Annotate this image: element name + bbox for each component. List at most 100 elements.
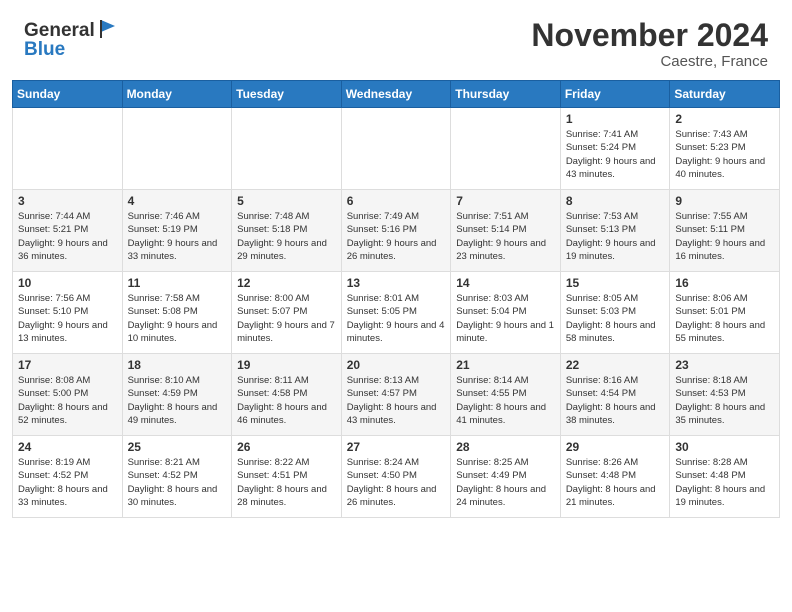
day-cell: 9 Sunrise: 7:55 AM Sunset: 5:11 PM Daylig… [670,190,780,272]
day-cell: 4 Sunrise: 7:46 AM Sunset: 5:19 PM Daylig… [122,190,232,272]
day-number: 21 [456,358,555,372]
day-info: Sunrise: 7:58 AM Sunset: 5:08 PM Dayligh… [128,292,227,345]
day-cell: 18 Sunrise: 8:10 AM Sunset: 4:59 PM Dayli… [122,354,232,436]
week-row-4: 17 Sunrise: 8:08 AM Sunset: 5:00 PM Dayli… [13,354,780,436]
day-info: Sunrise: 8:08 AM Sunset: 5:00 PM Dayligh… [18,374,117,427]
day-cell: 1Sunrise: 7:41 AM Sunset: 5:24 PM Daylig… [560,108,670,190]
day-info: Sunrise: 7:53 AM Sunset: 5:13 PM Dayligh… [566,210,665,263]
day-cell: 14 Sunrise: 8:03 AM Sunset: 5:04 PM Dayli… [451,272,561,354]
day-number: 14 [456,276,555,290]
day-info: Sunrise: 8:22 AM Sunset: 4:51 PM Dayligh… [237,456,336,509]
col-header-wednesday: Wednesday [341,81,451,108]
day-info: Sunrise: 8:28 AM Sunset: 4:48 PM Dayligh… [675,456,774,509]
day-number: 9 [675,194,774,208]
header: General Blue November 2024 Caestre, Fran… [0,0,792,80]
day-number: 15 [566,276,665,290]
logo-general: General [24,21,95,40]
day-cell: 15Sunrise: 8:05 AM Sunset: 5:03 PM Dayli… [560,272,670,354]
week-row-3: 10 Sunrise: 7:56 AM Sunset: 5:10 PM Dayli… [13,272,780,354]
day-cell [232,108,342,190]
col-header-saturday: Saturday [670,81,780,108]
day-info: Sunrise: 8:06 AM Sunset: 5:01 PM Dayligh… [675,292,774,345]
calendar: SundayMondayTuesdayWednesdayThursdayFrid… [0,80,792,530]
col-header-tuesday: Tuesday [232,81,342,108]
day-info: Sunrise: 8:13 AM Sunset: 4:57 PM Dayligh… [347,374,446,427]
day-info: Sunrise: 7:51 AM Sunset: 5:14 PM Dayligh… [456,210,555,263]
col-header-friday: Friday [560,81,670,108]
day-info: Sunrise: 8:01 AM Sunset: 5:05 PM Dayligh… [347,292,446,345]
day-cell: 25 Sunrise: 8:21 AM Sunset: 4:52 PM Dayli… [122,436,232,518]
day-cell [13,108,123,190]
logo: General Blue [24,18,119,60]
day-cell [451,108,561,190]
day-cell: 30 Sunrise: 8:28 AM Sunset: 4:48 PM Dayli… [670,436,780,518]
logo-blue: Blue [24,39,65,60]
day-cell: 16 Sunrise: 8:06 AM Sunset: 5:01 PM Dayli… [670,272,780,354]
day-number: 28 [456,440,555,454]
day-number: 8 [566,194,665,208]
day-number: 11 [128,276,227,290]
day-number: 7 [456,194,555,208]
day-cell: 13 Sunrise: 8:01 AM Sunset: 5:05 PM Dayli… [341,272,451,354]
day-info: Sunrise: 8:18 AM Sunset: 4:53 PM Dayligh… [675,374,774,427]
day-cell: 11 Sunrise: 7:58 AM Sunset: 5:08 PM Dayli… [122,272,232,354]
day-info: Sunrise: 8:10 AM Sunset: 4:59 PM Dayligh… [128,374,227,427]
day-number: 27 [347,440,446,454]
day-number: 30 [675,440,774,454]
day-info: Sunrise: 7:46 AM Sunset: 5:19 PM Dayligh… [128,210,227,263]
calendar-header-row: SundayMondayTuesdayWednesdayThursdayFrid… [13,81,780,108]
day-number: 3 [18,194,117,208]
day-number: 19 [237,358,336,372]
day-number: 25 [128,440,227,454]
day-cell: 7 Sunrise: 7:51 AM Sunset: 5:14 PM Daylig… [451,190,561,272]
day-number: 10 [18,276,117,290]
day-info: Sunrise: 8:14 AM Sunset: 4:55 PM Dayligh… [456,374,555,427]
day-cell: 29 Sunrise: 8:26 AM Sunset: 4:48 PM Dayli… [560,436,670,518]
day-cell [122,108,232,190]
week-row-2: 3 Sunrise: 7:44 AM Sunset: 5:21 PM Daylig… [13,190,780,272]
day-cell: 22Sunrise: 8:16 AM Sunset: 4:54 PM Dayli… [560,354,670,436]
day-cell: 5 Sunrise: 7:48 AM Sunset: 5:18 PM Daylig… [232,190,342,272]
day-number: 18 [128,358,227,372]
day-number: 29 [566,440,665,454]
col-header-sunday: Sunday [13,81,123,108]
day-info: Sunrise: 8:00 AM Sunset: 5:07 PM Dayligh… [237,292,336,345]
day-number: 17 [18,358,117,372]
day-cell: 12 Sunrise: 8:00 AM Sunset: 5:07 PM Dayli… [232,272,342,354]
day-cell [341,108,451,190]
day-info: Sunrise: 7:48 AM Sunset: 5:18 PM Dayligh… [237,210,336,263]
day-info: Sunrise: 7:56 AM Sunset: 5:10 PM Dayligh… [18,292,117,345]
day-info: Sunrise: 8:11 AM Sunset: 4:58 PM Dayligh… [237,374,336,427]
day-info: Sunrise: 7:44 AM Sunset: 5:21 PM Dayligh… [18,210,117,263]
day-number: 12 [237,276,336,290]
week-row-1: 1Sunrise: 7:41 AM Sunset: 5:24 PM Daylig… [13,108,780,190]
month-title: November 2024 [531,18,768,53]
day-number: 2 [675,112,774,126]
day-number: 24 [18,440,117,454]
calendar-table: SundayMondayTuesdayWednesdayThursdayFrid… [12,80,780,518]
day-number: 23 [675,358,774,372]
day-info: Sunrise: 8:26 AM Sunset: 4:48 PM Dayligh… [566,456,665,509]
day-cell: 3 Sunrise: 7:44 AM Sunset: 5:21 PM Daylig… [13,190,123,272]
day-number: 5 [237,194,336,208]
day-info: Sunrise: 7:55 AM Sunset: 5:11 PM Dayligh… [675,210,774,263]
day-info: Sunrise: 7:41 AM Sunset: 5:24 PM Dayligh… [566,128,665,181]
col-header-thursday: Thursday [451,81,561,108]
logo-flag-icon [97,18,119,40]
day-info: Sunrise: 8:21 AM Sunset: 4:52 PM Dayligh… [128,456,227,509]
week-row-5: 24 Sunrise: 8:19 AM Sunset: 4:52 PM Dayli… [13,436,780,518]
day-number: 13 [347,276,446,290]
day-number: 16 [675,276,774,290]
day-cell: 23 Sunrise: 8:18 AM Sunset: 4:53 PM Dayli… [670,354,780,436]
day-info: Sunrise: 7:43 AM Sunset: 5:23 PM Dayligh… [675,128,774,181]
title-area: November 2024 Caestre, France [531,18,768,70]
day-cell: 19 Sunrise: 8:11 AM Sunset: 4:58 PM Dayli… [232,354,342,436]
day-number: 4 [128,194,227,208]
day-info: Sunrise: 8:19 AM Sunset: 4:52 PM Dayligh… [18,456,117,509]
day-number: 26 [237,440,336,454]
day-info: Sunrise: 8:03 AM Sunset: 5:04 PM Dayligh… [456,292,555,345]
day-number: 22 [566,358,665,372]
day-cell: 8 Sunrise: 7:53 AM Sunset: 5:13 PM Daylig… [560,190,670,272]
day-cell: 28Sunrise: 8:25 AM Sunset: 4:49 PM Dayli… [451,436,561,518]
day-cell: 27Sunrise: 8:24 AM Sunset: 4:50 PM Dayli… [341,436,451,518]
